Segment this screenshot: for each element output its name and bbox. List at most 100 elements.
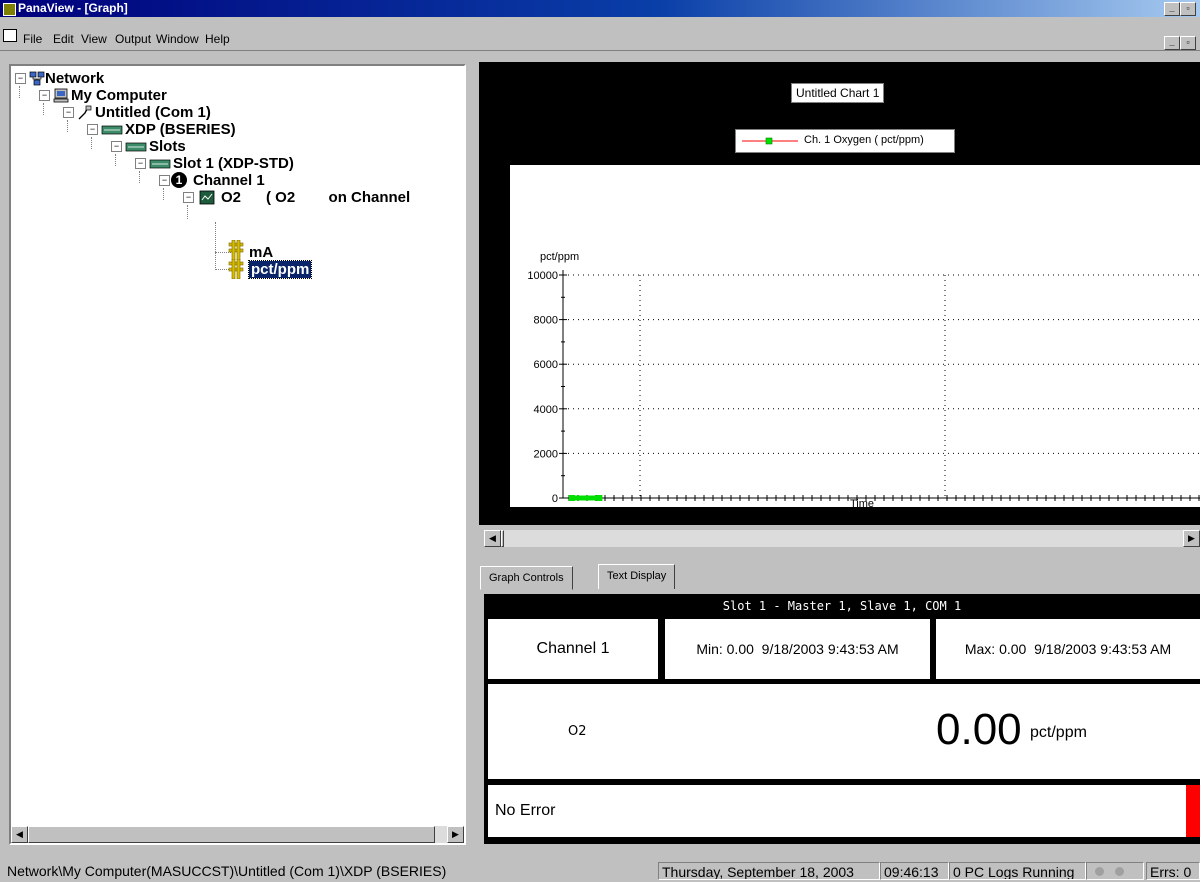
- status-date: Thursday, September 18, 2003: [658, 862, 880, 880]
- slot-icon: [149, 159, 171, 169]
- status-time: 09:46:13: [880, 862, 949, 880]
- tree-label: O2 ( O2 on Channel: [221, 189, 411, 206]
- chart-horizontal-scrollbar[interactable]: ◀ ▶: [484, 530, 1200, 547]
- tab-text-display[interactable]: Text Display: [598, 564, 676, 589]
- tree-label-selected: pct/ppm: [247, 260, 313, 279]
- menu-output[interactable]: Output: [115, 32, 151, 46]
- tree-horizontal-scrollbar[interactable]: ◀ ▶: [11, 826, 464, 843]
- y-tick-label: 2000: [534, 448, 558, 460]
- scroll-right-button[interactable]: ▶: [1183, 530, 1200, 547]
- tree-label: Untitled (Com 1): [95, 104, 211, 121]
- network-tree-panel: − Network − My Computer − Untitled (Com …: [9, 64, 466, 845]
- app-icon[interactable]: [3, 3, 16, 16]
- y-tick-label: 0: [552, 493, 558, 505]
- chart-panel: Untitled Chart 1 Ch. 1 Oxygen ( pct/ppm)…: [479, 62, 1200, 525]
- network-icon: [29, 71, 45, 86]
- scroll-thumb[interactable]: [28, 826, 435, 843]
- slots-icon: [125, 142, 147, 152]
- x-axis-label: Time: [850, 498, 874, 507]
- tree-item-network[interactable]: − Network: [15, 70, 104, 87]
- y-axis-label: pct/ppm: [540, 251, 579, 263]
- status-bar: Network\My Computer(MASUCCST)\Untitled (…: [0, 860, 1200, 882]
- collapse-toggle[interactable]: −: [15, 73, 26, 84]
- parameter-label: O2: [568, 724, 587, 739]
- tree-label: Slot 1 (XDP-STD): [173, 155, 294, 172]
- tree-label: Slots: [149, 138, 186, 155]
- channel-number-icon: 1: [171, 172, 187, 188]
- document-icon[interactable]: [3, 29, 17, 42]
- chart-legend: Ch. 1 Oxygen ( pct/ppm): [735, 129, 955, 153]
- tree-item-pct-ppm[interactable]: pct/ppm: [223, 259, 313, 279]
- indicator-led-icon: [1115, 867, 1124, 876]
- collapse-toggle[interactable]: −: [63, 107, 74, 118]
- channel-label: Channel 1: [488, 619, 658, 679]
- menu-file[interactable]: File: [23, 32, 42, 46]
- collapse-toggle[interactable]: −: [39, 90, 50, 101]
- y-tick-label: 6000: [534, 359, 558, 371]
- text-display-panel: Slot 1 - Master 1, Slave 1, COM 1 Channe…: [484, 594, 1200, 844]
- window-title: PanaView - [Graph]: [18, 1, 128, 15]
- menu-edit[interactable]: Edit: [53, 32, 74, 46]
- plot-area: pct/ppm020004000600080001000009:45:0009:…: [510, 165, 1200, 521]
- status-errors: Errs: 0: [1146, 862, 1200, 880]
- chart-svg: pct/ppm020004000600080001000009:45:0009:…: [527, 251, 1200, 521]
- status-indicators: [1086, 862, 1144, 880]
- tree-item-xdp-device[interactable]: − XDP (BSERIES): [87, 121, 236, 138]
- collapse-toggle[interactable]: −: [159, 175, 170, 186]
- indicator-led-icon: [1095, 867, 1104, 876]
- scroll-right-button[interactable]: ▶: [447, 826, 464, 843]
- data-point: [596, 495, 603, 501]
- y-tick-label: 4000: [534, 404, 558, 416]
- device-icon: [101, 125, 123, 135]
- tab-graph-controls[interactable]: Graph Controls: [480, 566, 573, 590]
- collapse-toggle[interactable]: −: [135, 158, 146, 169]
- tree-item-channel-1[interactable]: − 1 Channel 1: [159, 172, 265, 189]
- chart-title: Untitled Chart 1: [791, 83, 885, 103]
- tree-label: Network: [45, 70, 105, 87]
- menu-window[interactable]: Window: [156, 32, 199, 46]
- scroll-left-button[interactable]: ◀: [11, 826, 28, 843]
- doc-restore-button[interactable]: ▫: [1180, 36, 1196, 50]
- reading-unit: pct/ppm: [1030, 724, 1087, 741]
- measurement-icon: [228, 259, 244, 279]
- status-logs: 0 PC Logs Running: [949, 862, 1086, 880]
- scroll-left-button[interactable]: ◀: [484, 530, 501, 547]
- tree-label: Channel 1: [193, 172, 265, 189]
- tree-item-slot-1[interactable]: − Slot 1 (XDP-STD): [135, 155, 294, 172]
- menu-bar: File Edit View Output Window Help _ ▫: [0, 17, 1200, 51]
- restore-button[interactable]: ▫: [1180, 2, 1196, 16]
- tree-label: mA: [249, 244, 274, 261]
- y-tick-label: 10000: [527, 270, 558, 282]
- error-box: No Error: [488, 785, 1200, 837]
- menu-view[interactable]: View: [81, 32, 107, 46]
- reading-value: 0.00: [936, 705, 1022, 754]
- y-tick-label: 8000: [534, 315, 558, 327]
- reading-box: O2 0.00 pct/ppm: [488, 684, 1200, 779]
- legend-series-label: Ch. 1 Oxygen ( pct/ppm): [804, 134, 924, 146]
- computer-icon: [53, 88, 69, 103]
- data-point: [568, 495, 575, 501]
- collapse-toggle[interactable]: −: [183, 192, 194, 203]
- collapse-toggle[interactable]: −: [111, 141, 122, 152]
- error-indicator: [1186, 785, 1200, 837]
- minimize-button[interactable]: _: [1164, 2, 1180, 16]
- tree-item-com-port[interactable]: − Untitled (Com 1): [63, 104, 211, 121]
- doc-minimize-button[interactable]: _: [1164, 36, 1180, 50]
- com-port-icon: [78, 105, 92, 120]
- tree-item-slots[interactable]: − Slots: [111, 138, 186, 155]
- tree-label: XDP (BSERIES): [125, 121, 236, 138]
- menu-help[interactable]: Help: [205, 32, 230, 46]
- slot-header: Slot 1 - Master 1, Slave 1, COM 1: [722, 599, 962, 613]
- measurement-icon: [228, 240, 244, 260]
- tree-item-o2-sensor[interactable]: − O2 ( O2 on Channel: [183, 189, 410, 206]
- min-value: Min: 0.00 9/18/2003 9:43:53 AM: [665, 619, 930, 679]
- title-bar: PanaView - [Graph] _ ▫: [0, 0, 1200, 17]
- error-message: No Error: [495, 802, 556, 819]
- scroll-thumb[interactable]: [501, 530, 504, 547]
- tree-item-my-computer[interactable]: − My Computer: [39, 87, 167, 104]
- legend-line-icon: [742, 137, 798, 145]
- collapse-toggle[interactable]: −: [87, 124, 98, 135]
- max-value: Max: 0.00 9/18/2003 9:43:53 AM: [936, 619, 1200, 679]
- status-path: Network\My Computer(MASUCCST)\Untitled (…: [7, 863, 447, 879]
- tree-label: My Computer: [71, 87, 167, 104]
